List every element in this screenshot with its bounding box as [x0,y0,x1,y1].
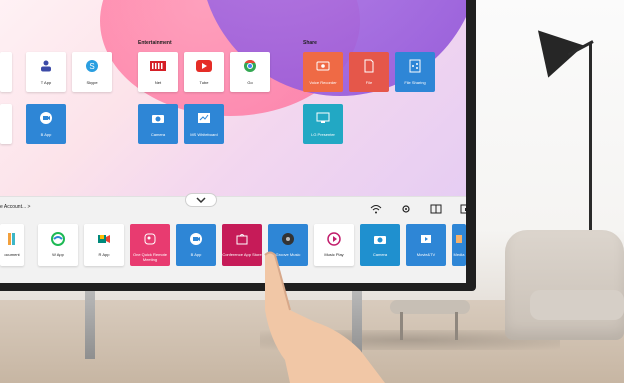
app-label: LG Presenter [311,132,335,137]
app-tile-partial[interactable] [0,52,12,92]
app-label: Voice Recorder [309,80,337,85]
system-icons [370,203,466,215]
whiteboard-icon [196,110,212,126]
presenter-icon [315,110,331,126]
store-icon [234,231,250,247]
window-icon[interactable] [430,203,442,215]
remote-meeting-icon [142,231,158,247]
dock-app-movie-tv[interactable]: Movie&TV [406,224,446,266]
dock-app-b-app[interactable]: B App [176,224,216,266]
netflix-icon [150,58,166,74]
app-tile-lg-presenter[interactable]: LG Presenter [303,104,343,144]
wifi-icon[interactable] [370,203,382,215]
video-camera-icon [188,231,204,247]
expand-button[interactable] [185,193,217,207]
app-tile-partial[interactable] [0,104,12,144]
dock-label: Movie&TV [416,252,436,257]
dock-label: Media [453,252,465,257]
movie-icon [418,231,434,247]
tv-stand-left [85,289,95,359]
youtube-icon [196,58,212,74]
dock-app-w-app[interactable]: W App [38,224,78,266]
app-label: B App [40,132,52,137]
dock-app-r-app[interactable]: R App [84,224,124,266]
app-label: MS Whiteboard [190,132,218,137]
camera-icon [150,110,166,126]
table-leg [400,312,403,340]
hand [264,251,385,383]
settings-icon[interactable] [400,203,412,215]
camera-icon [372,231,388,247]
app-tile-t-app[interactable]: T App [26,52,66,92]
app-tile-net[interactable]: Net [138,52,178,92]
app-tile-camera[interactable]: Camera [138,104,178,144]
dock-label: B App [190,252,202,257]
home-wallpaper [0,0,466,196]
dock-label: ocument [4,252,20,257]
app-tile-voice-recorder[interactable]: Voice Recorder [303,52,343,92]
file-sharing-icon [407,58,423,74]
armchair [505,230,624,340]
app-tile-file-sharing[interactable]: File Sharing [395,52,435,92]
dock-label: R App [98,252,110,257]
app-label: File [365,80,373,85]
lamp-shade [520,14,584,78]
file-icon [361,58,377,74]
dock-app-media[interactable]: Media [452,224,466,266]
app-label: Camera [150,132,166,137]
dock-label: One Quick Remote Meeting [132,252,167,262]
account-link[interactable]: e Account... > [0,204,30,210]
document-icon [4,231,20,247]
app-label: T App [40,80,52,85]
table-leg [455,312,458,340]
app-label: File Sharing [404,80,426,85]
app-label: Go [247,80,253,85]
team-icon [38,58,54,74]
voice-recorder-icon [315,58,331,74]
section-title-share: Share [303,40,317,46]
app-tile-go[interactable]: Go [230,52,270,92]
app-tile-skype[interactable]: S Skype [72,52,112,92]
dock-app-remote-meeting[interactable]: One Quick Remote Meeting [130,224,170,266]
app-tile-tube[interactable]: Tube [184,52,224,92]
chevron-down-icon [196,197,206,203]
music-play-icon [326,231,342,247]
svg-text:S: S [89,62,94,71]
app-tile-file[interactable]: File [349,52,389,92]
app-tile-b-app[interactable]: B App [26,104,66,144]
display-frame: Entertainment Share T App S Skype B App … [0,0,476,291]
app-tile-ms-whiteboard[interactable]: MS Whiteboard [184,104,224,144]
skype-icon: S [84,58,100,74]
dock-label: W App [52,252,64,257]
webex-icon [50,231,66,247]
chrome-icon [242,58,258,74]
meet-icon [96,231,112,247]
room-background: Entertainment Share T App S Skype B App … [0,0,624,383]
display-screen: Entertainment Share T App S Skype B App … [0,0,466,283]
media-icon [451,231,466,247]
app-label: Skype [86,80,98,85]
app-label: Net [154,80,162,85]
screen-share-icon[interactable] [460,203,466,215]
groove-icon [280,231,296,247]
armchair-seat [530,290,624,320]
dock-app-document[interactable]: ocument [0,224,24,266]
app-label: Tube [199,80,209,85]
section-title-entertainment: Entertainment [138,40,172,46]
video-camera-icon [38,110,54,126]
